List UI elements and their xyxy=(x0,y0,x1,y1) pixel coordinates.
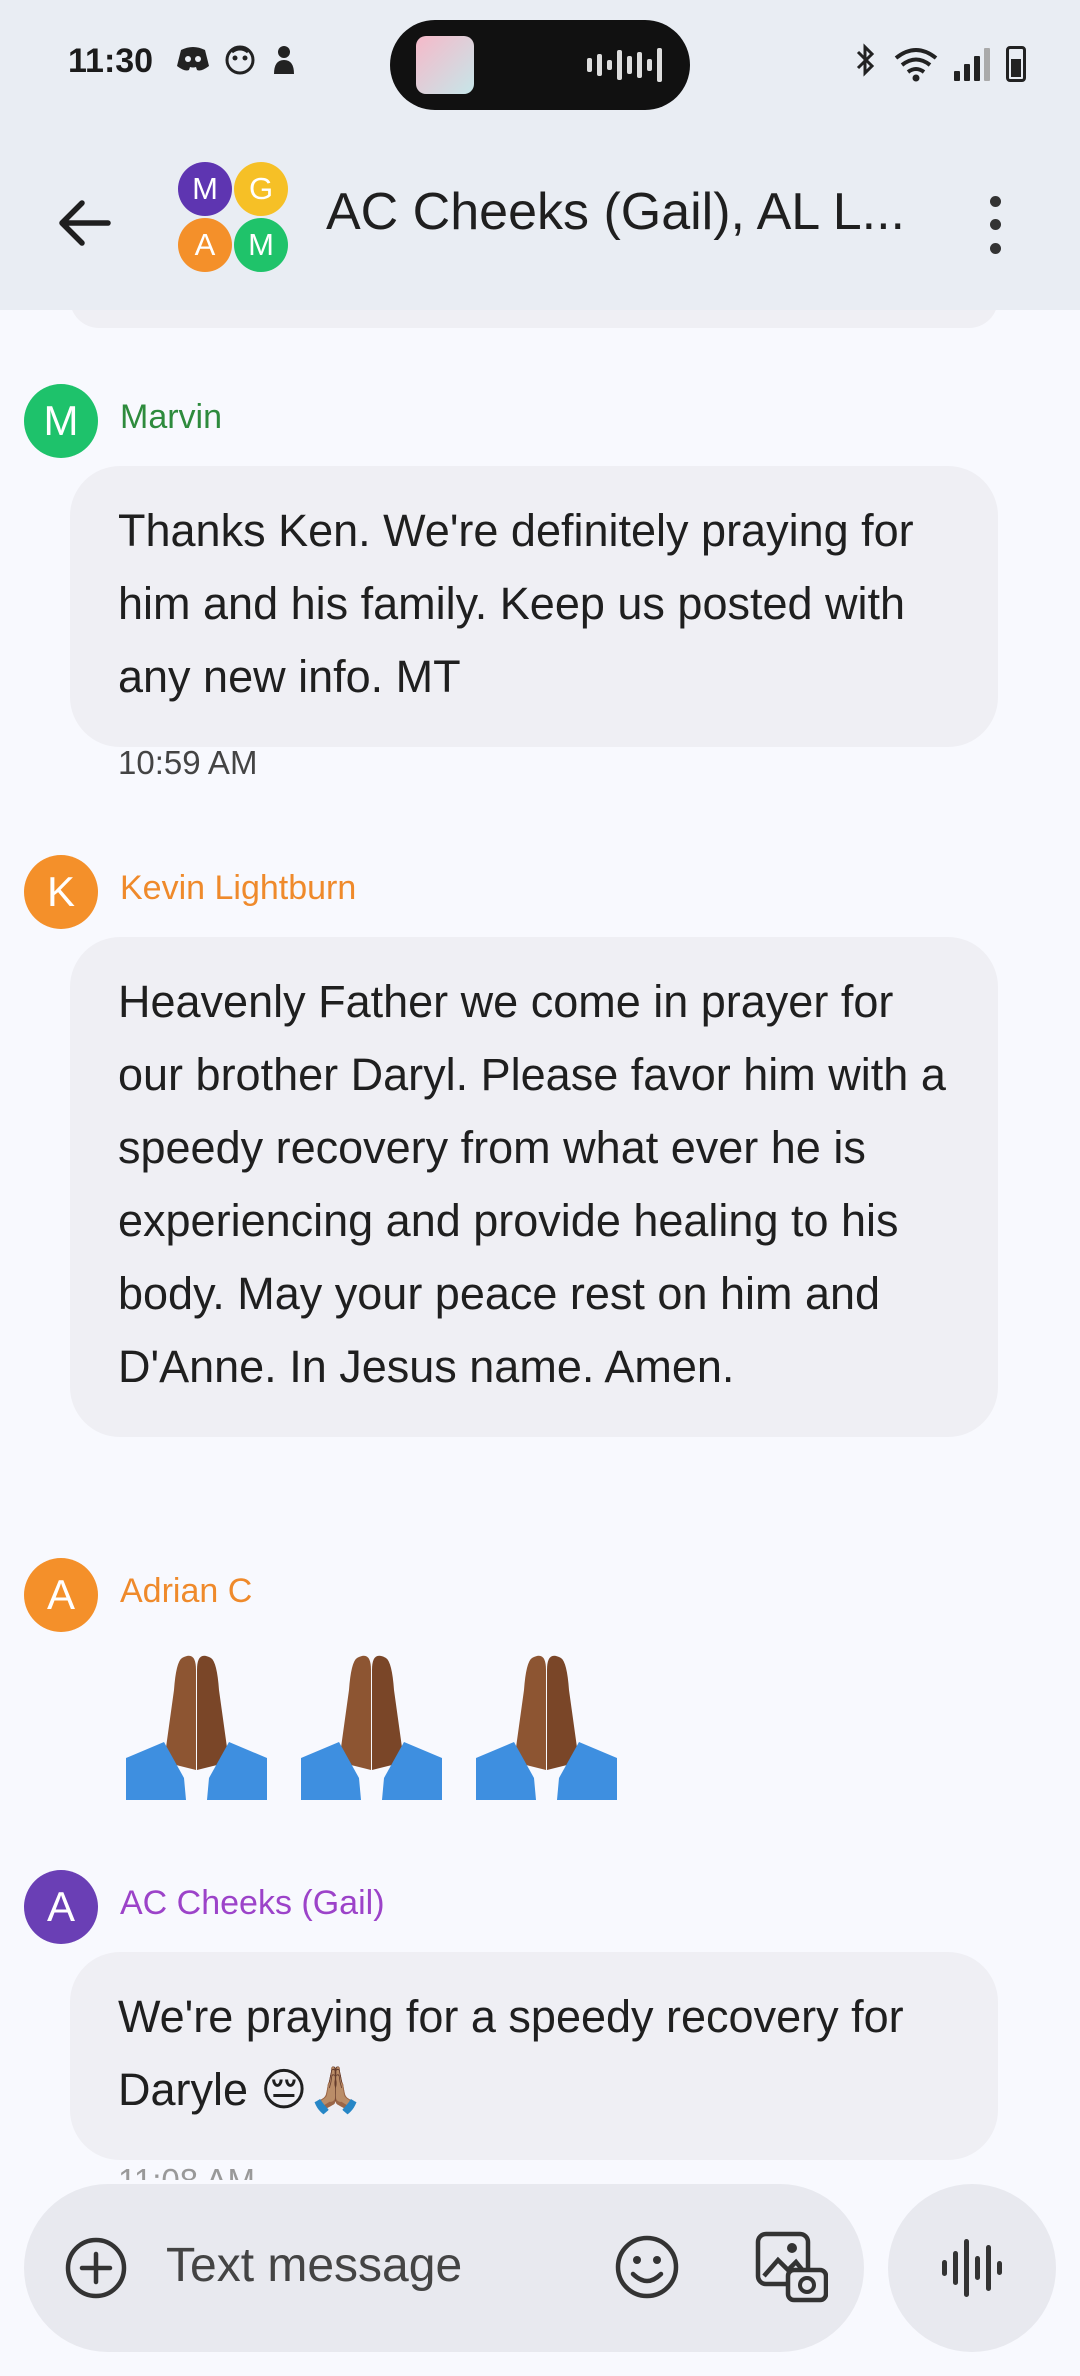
face-icon xyxy=(224,44,256,84)
previous-message-bubble xyxy=(70,310,998,328)
sender-name: AC Cheeks (Gail) xyxy=(120,1884,385,1922)
dynamic-island[interactable] xyxy=(390,20,690,110)
group-avatar-member-2: G xyxy=(234,162,288,216)
message-bubble[interactable]: Thanks Ken. We're definitely praying for… xyxy=(70,466,998,747)
message-timestamp: 11:08 AM xyxy=(118,2162,255,2180)
conversation-header: M G A M AC Cheeks (Gail), AL L... xyxy=(0,130,1080,310)
group-avatar-member-1: M xyxy=(178,162,232,216)
emoji-picker-icon[interactable] xyxy=(614,2234,680,2300)
voice-message-button[interactable] xyxy=(888,2184,1056,2352)
group-avatar-member-3: A xyxy=(178,218,232,272)
emoji-message[interactable] xyxy=(124,1650,619,1800)
group-avatar[interactable]: M G A M xyxy=(178,162,290,274)
message-composer xyxy=(24,2184,864,2352)
sender-name: Adrian C xyxy=(120,1572,253,1610)
message-list[interactable]: M Marvin Thanks Ken. We're definitely pr… xyxy=(0,310,1080,2180)
folded-hands-emoji xyxy=(126,1655,267,1800)
sender-name: Marvin xyxy=(120,398,223,436)
discord-icon xyxy=(176,44,210,84)
conversation-title[interactable]: AC Cheeks (Gail), AL L... xyxy=(326,182,905,242)
audio-wave-icon xyxy=(587,48,662,82)
text-message-input[interactable] xyxy=(166,2238,586,2293)
folded-hands-emoji xyxy=(476,1655,617,1800)
sender-name: Kevin Lightburn xyxy=(120,869,357,907)
status-notification-icons xyxy=(176,44,298,84)
signal-icon xyxy=(954,47,990,81)
bluetooth-icon xyxy=(854,42,878,86)
media-thumbnail xyxy=(416,36,474,94)
message-bubble[interactable]: Heavenly Father we come in prayer for ou… xyxy=(70,937,998,1437)
voice-wave-icon xyxy=(942,2234,1002,2302)
folded-hands-emoji xyxy=(301,1655,442,1800)
back-arrow-icon[interactable] xyxy=(50,188,120,258)
sender-avatar[interactable]: A xyxy=(24,1558,98,1632)
group-avatar-member-4: M xyxy=(234,218,288,272)
sender-avatar[interactable]: M xyxy=(24,384,98,458)
message-timestamp: 10:59 AM xyxy=(118,744,258,781)
sender-avatar[interactable]: A xyxy=(24,1870,98,1944)
wifi-icon xyxy=(894,48,938,82)
status-bar: 11:30 xyxy=(0,0,1080,130)
add-attachment-icon[interactable] xyxy=(64,2236,128,2300)
notification-icon xyxy=(270,44,298,84)
more-options-icon[interactable] xyxy=(980,190,1010,260)
gallery-icon[interactable] xyxy=(754,2230,828,2304)
status-time: 11:30 xyxy=(68,42,154,80)
system-status-icons xyxy=(854,42,1026,86)
sender-avatar[interactable]: K xyxy=(24,855,98,929)
message-bubble[interactable]: We're praying for a speedy recovery for … xyxy=(70,1952,998,2160)
battery-icon xyxy=(1006,46,1026,82)
